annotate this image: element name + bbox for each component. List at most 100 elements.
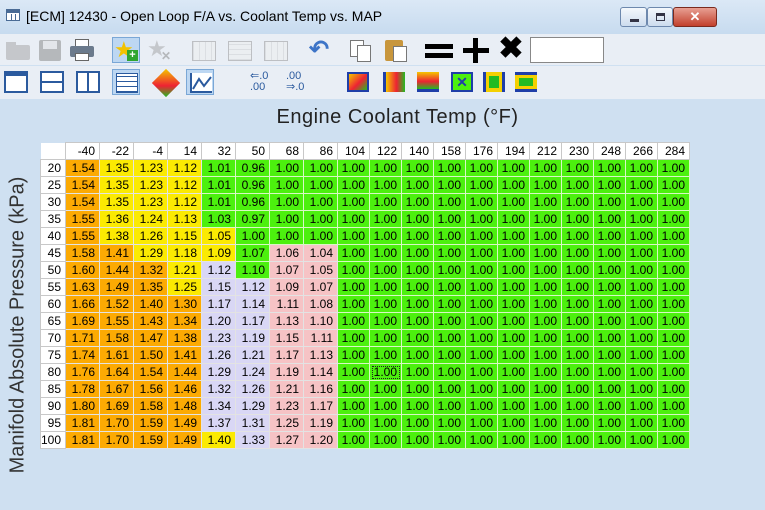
table-cell[interactable]: 1.00 [401,380,435,398]
table-cell[interactable]: 1.00 [337,278,371,296]
table-cell[interactable]: 1.13 [303,346,339,364]
table-cell[interactable]: 1.00 [625,278,659,296]
table-cell[interactable]: 1.29 [235,397,271,415]
table-cell[interactable]: 1.26 [235,380,271,398]
table-cell[interactable]: 1.00 [497,414,531,432]
table-cell[interactable]: 1.41 [167,346,203,364]
table-cell[interactable]: 1.09 [201,244,237,262]
table-cell[interactable]: 1.00 [497,363,531,381]
table-cell[interactable]: 1.12 [167,176,203,194]
split-horizontal-icon[interactable] [38,69,66,95]
table-cell[interactable]: 1.00 [657,176,691,194]
table-cell[interactable]: 1.35 [99,193,135,211]
table-cell[interactable]: 1.00 [369,244,403,262]
table-cell[interactable]: 1.00 [303,210,339,228]
table-cell[interactable]: 1.00 [337,363,371,381]
table-cell[interactable]: 1.00 [625,380,659,398]
table-cell[interactable]: 1.00 [433,227,467,245]
table-cell[interactable]: 1.00 [561,295,595,313]
row-header[interactable]: 30 [39,193,67,211]
table-cell[interactable]: 1.00 [401,431,435,449]
table-cell[interactable]: 1.00 [529,210,563,228]
table-cell[interactable]: 1.00 [337,193,371,211]
single-view-icon[interactable] [2,69,30,95]
table-cell[interactable]: 1.00 [433,295,467,313]
table-cell[interactable]: 1.46 [167,380,203,398]
table-cell[interactable]: 1.00 [529,193,563,211]
table-cell[interactable]: 1.00 [561,312,595,330]
table-cell[interactable]: 1.00 [561,397,595,415]
table-cell[interactable]: 1.08 [303,295,339,313]
table-cell[interactable]: 1.00 [369,193,403,211]
table-cell[interactable]: 1.29 [133,244,169,262]
row-header[interactable]: 60 [39,295,67,313]
table-cell[interactable]: 1.00 [529,346,563,364]
table-cell[interactable]: 1.32 [133,261,169,279]
table-cell[interactable]: 1.00 [497,278,531,296]
table-cell[interactable]: 1.00 [497,312,531,330]
table-cell[interactable]: 1.17 [303,397,339,415]
table-cell[interactable]: 1.63 [65,278,101,296]
table-cell[interactable]: 1.00 [337,295,371,313]
favorite-add-icon[interactable]: ★ + [112,37,140,63]
table-cell[interactable]: 1.00 [529,159,563,177]
table-cell[interactable]: 1.00 [561,363,595,381]
table-cell[interactable]: 1.00 [657,261,691,279]
column-header[interactable]: 212 [529,142,563,160]
column-header[interactable]: 140 [401,142,435,160]
table-cell[interactable]: 1.00 [465,210,499,228]
table-cell[interactable]: 1.00 [657,210,691,228]
table-cell[interactable]: 1.21 [269,380,305,398]
table-cell[interactable]: 0.96 [235,193,271,211]
row-header[interactable]: 55 [39,278,67,296]
table-cell[interactable]: 1.00 [529,295,563,313]
table-cell[interactable]: 1.40 [201,431,237,449]
table-cell[interactable]: 1.80 [65,397,101,415]
table-cell[interactable]: 1.66 [65,295,101,313]
equals-icon[interactable] [422,37,458,63]
table-cell[interactable]: 1.25 [167,278,203,296]
shape-3d-icon[interactable] [151,68,181,98]
maximize-button[interactable] [647,7,673,27]
table-cell[interactable]: 1.00 [593,329,627,347]
table-cell[interactable]: 1.64 [99,363,135,381]
table-cell[interactable]: 1.00 [593,278,627,296]
table-cell[interactable]: 1.21 [167,261,203,279]
table-cell[interactable]: 1.52 [99,295,135,313]
column-header[interactable]: 122 [369,142,403,160]
table-cell[interactable]: 1.60 [65,261,101,279]
table-cell[interactable]: 0.96 [235,159,271,177]
table-cell[interactable]: 1.00 [529,244,563,262]
table-cell[interactable]: 1.00 [433,431,467,449]
row-header[interactable]: 50 [39,261,67,279]
column-header[interactable]: 194 [497,142,531,160]
table-cell[interactable]: 1.00 [497,295,531,313]
selected-table-cell[interactable]: 1.00 [369,363,403,381]
table-cell[interactable]: 1.00 [269,193,305,211]
table-cell[interactable]: 1.21 [235,346,271,364]
table-cell[interactable]: 1.00 [625,431,659,449]
table-cell[interactable]: 1.00 [497,261,531,279]
table-cell[interactable]: 1.00 [369,312,403,330]
column-header[interactable]: -40 [65,142,101,160]
table-cell[interactable]: 1.76 [65,363,101,381]
table-cell[interactable]: 1.00 [401,159,435,177]
table-cell[interactable]: 1.00 [529,176,563,194]
table-cell[interactable]: 1.00 [497,159,531,177]
table-cell[interactable]: 1.00 [433,363,467,381]
table-cell[interactable]: 1.00 [561,380,595,398]
table-cell[interactable]: 1.00 [625,312,659,330]
table-cell[interactable]: 1.00 [337,261,371,279]
table-cell[interactable]: 1.23 [133,176,169,194]
table-insert-icon[interactable] [190,37,218,63]
table-cell[interactable]: 1.00 [303,193,339,211]
table-cell[interactable]: 1.00 [465,193,499,211]
table-cell[interactable]: 1.00 [465,261,499,279]
table-cell[interactable]: 1.61 [99,346,135,364]
table-cell[interactable]: 1.00 [433,278,467,296]
row-header[interactable]: 40 [39,227,67,245]
table-cell[interactable]: 1.00 [625,261,659,279]
table-cell[interactable]: 1.00 [593,244,627,262]
table-cell[interactable]: 1.00 [497,193,531,211]
column-header[interactable]: -22 [99,142,135,160]
